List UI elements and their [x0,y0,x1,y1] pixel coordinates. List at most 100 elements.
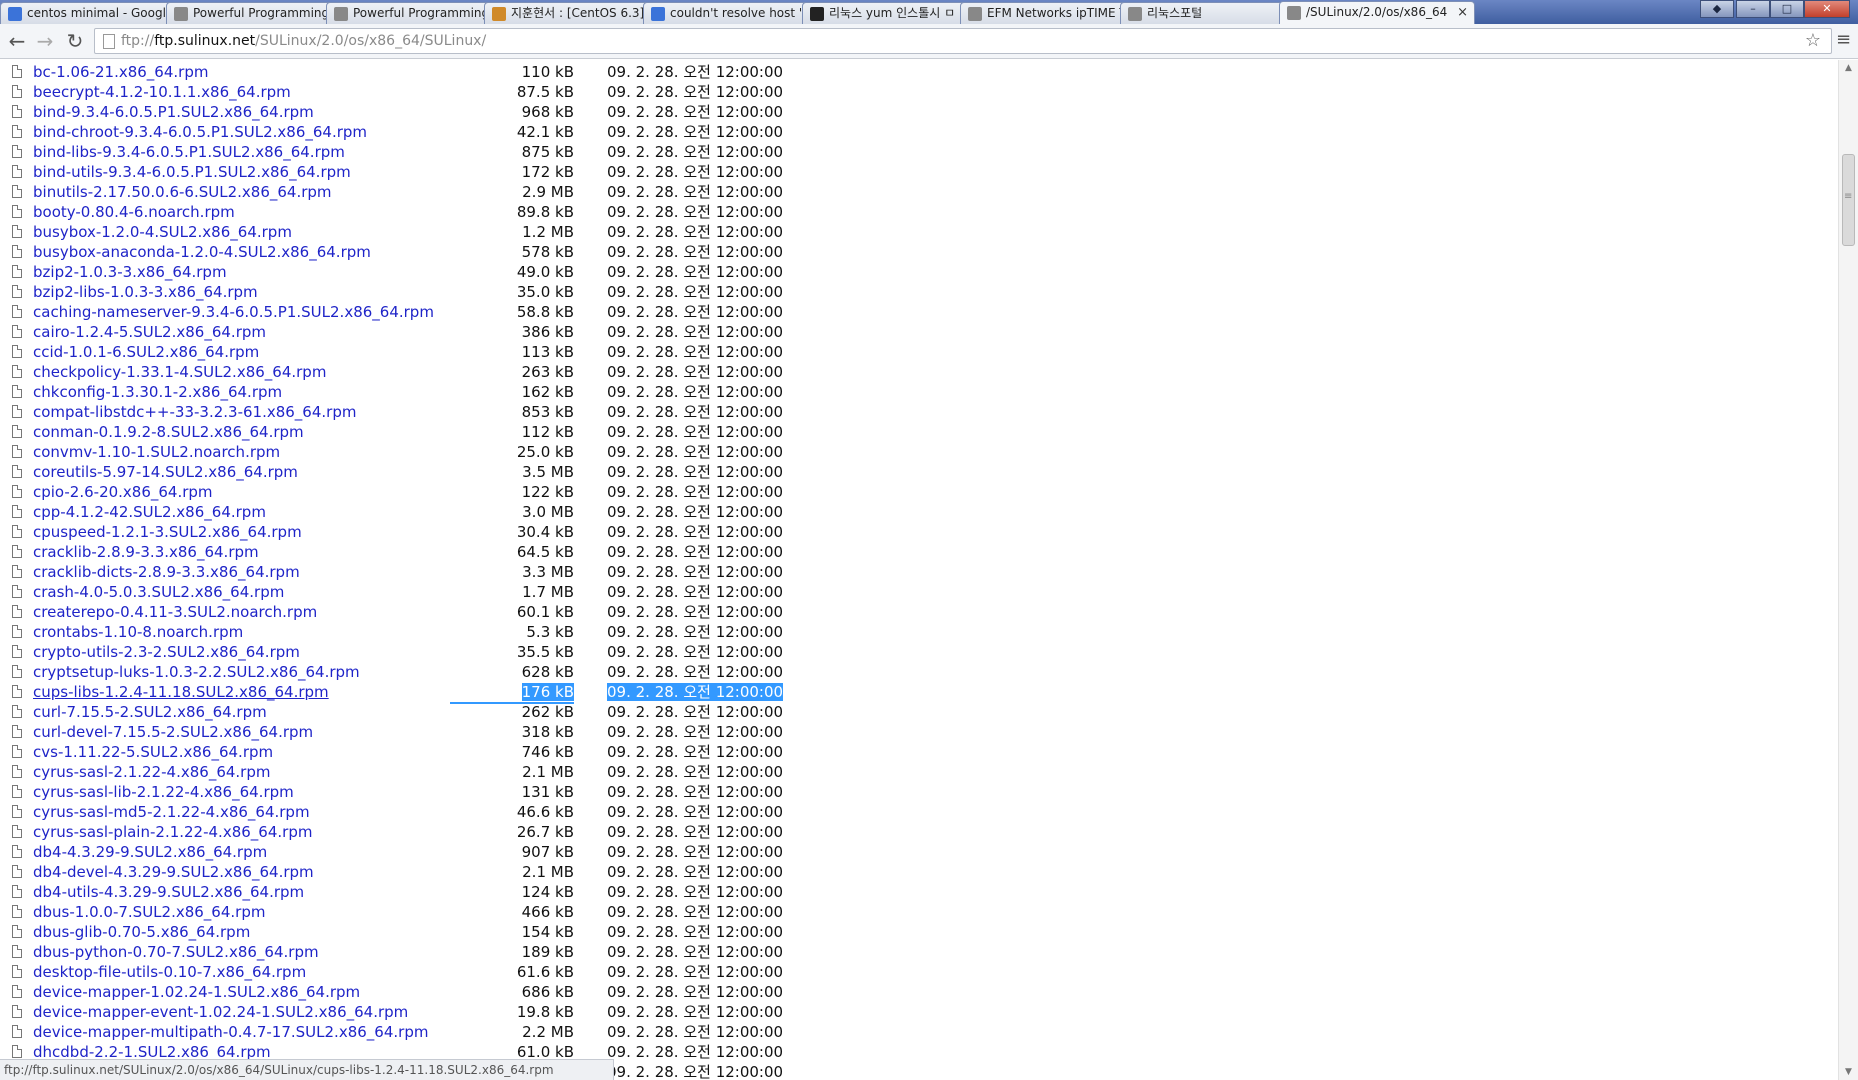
file-link[interactable]: bind-libs-9.3.4-6.0.5.P1.SUL2.x86_64.rpm [33,142,345,162]
scroll-down-arrow-icon[interactable]: ▼ [1839,1064,1858,1080]
file-size: 318 kB [450,722,574,742]
file-link[interactable]: cryptsetup-luks-1.0.3-2.2.SUL2.x86_64.rp… [33,662,360,682]
file-link[interactable]: chkconfig-1.3.30.1-2.x86_64.rpm [33,382,282,402]
file-icon [12,745,22,758]
file-icon [12,985,22,998]
file-link[interactable]: device-mapper-1.02.24-1.SUL2.x86_64.rpm [33,982,360,1002]
file-link[interactable]: booty-0.80.4-6.noarch.rpm [33,202,235,222]
file-date-text: 09. 2. 28. 오전 12:00:00 [607,263,784,281]
reload-button[interactable]: ↻ [62,28,88,54]
file-icon [12,385,22,398]
tab-close-icon[interactable]: × [1457,2,1468,23]
file-link[interactable]: cvs-1.11.22-5.SUL2.x86_64.rpm [33,742,273,762]
file-link[interactable]: cracklib-dicts-2.8.9-3.3.x86_64.rpm [33,562,300,582]
file-link[interactable]: cpio-2.6-20.x86_64.rpm [33,482,213,502]
file-link[interactable]: cpuspeed-1.2.1-3.SUL2.x86_64.rpm [33,522,302,542]
file-link[interactable]: beecrypt-4.1.2-10.1.1.x86_64.rpm [33,82,291,102]
scroll-up-arrow-icon[interactable]: ▲ [1839,60,1858,76]
file-link[interactable]: curl-devel-7.15.5-2.SUL2.x86_64.rpm [33,722,313,742]
file-size-text: 122 kB [521,483,574,501]
vertical-scrollbar[interactable]: ▲ ≡ ▼ [1838,60,1858,1080]
file-date-text: 09. 2. 28. 오전 12:00:00 [607,463,784,481]
file-size-text: 60.1 kB [516,603,574,621]
back-button[interactable]: ← [4,28,30,54]
file-date: 09. 2. 28. 오전 12:00:00 [607,342,783,362]
file-link[interactable]: ccid-1.0.1-6.SUL2.x86_64.rpm [33,342,259,362]
file-size-text: 1.2 MB [522,223,574,241]
file-link[interactable]: curl-7.15.5-2.SUL2.x86_64.rpm [33,702,267,722]
page-icon [334,7,348,21]
file-link[interactable]: convmv-1.10-1.SUL2.noarch.rpm [33,442,280,462]
file-size: 746 kB [450,742,574,762]
scroll-thumb[interactable]: ≡ [1842,154,1855,246]
file-link[interactable]: cracklib-2.8.9-3.3.x86_64.rpm [33,542,259,562]
file-size: 42.1 kB [450,122,574,142]
file-size: 628 kB [450,662,574,682]
file-link[interactable]: conman-0.1.9.2-8.SUL2.x86_64.rpm [33,422,304,442]
file-link[interactable]: bzip2-libs-1.0.3-3.x86_64.rpm [33,282,258,302]
file-link[interactable]: bind-9.3.4-6.0.5.P1.SUL2.x86_64.rpm [33,102,314,122]
file-link[interactable]: cyrus-sasl-md5-2.1.22-4.x86_64.rpm [33,802,310,822]
file-link[interactable]: checkpolicy-1.33.1-4.SUL2.x86_64.rpm [33,362,326,382]
file-link[interactable]: caching-nameserver-9.3.4-6.0.5.P1.SUL2.x… [33,302,434,322]
page-icon [1287,6,1301,20]
maximize-button[interactable]: □ [1770,0,1804,18]
file-link[interactable]: cairo-1.2.4-5.SUL2.x86_64.rpm [33,322,266,342]
file-icon [12,245,22,258]
file-link[interactable]: bind-utils-9.3.4-6.0.5.P1.SUL2.x86_64.rp… [33,162,351,182]
file-link[interactable]: dbus-python-0.70-7.SUL2.x86_64.rpm [33,942,319,962]
file-link[interactable]: cpp-4.1.2-42.SUL2.x86_64.rpm [33,502,266,522]
address-bar[interactable]: ftp://ftp.sulinux.net/SULinux/2.0/os/x86… [94,28,1832,54]
file-link[interactable]: db4-utils-4.3.29-9.SUL2.x86_64.rpm [33,882,304,902]
file-size-text: 2.1 MB [522,763,574,781]
file-link[interactable]: coreutils-5.97-14.SUL2.x86_64.rpm [33,462,298,482]
profile-button[interactable]: ◆ [1700,0,1734,18]
file-link[interactable]: db4-devel-4.3.29-9.SUL2.x86_64.rpm [33,862,314,882]
file-icon [12,785,22,798]
file-size: 907 kB [450,842,574,862]
file-link[interactable]: cyrus-sasl-lib-2.1.22-4.x86_64.rpm [33,782,294,802]
file-size: 131 kB [450,782,574,802]
file-date: 09. 2. 28. 오전 12:00:00 [607,102,783,122]
file-size: 87.5 kB [450,82,574,102]
bookmark-star-icon[interactable]: ☆ [1805,29,1821,53]
file-size: 49.0 kB [450,262,574,282]
file-link[interactable]: device-mapper-multipath-0.4.7-17.SUL2.x8… [33,1022,428,1042]
file-date-text: 09. 2. 28. 오전 12:00:00 [607,843,784,861]
file-icon [12,145,22,158]
file-link[interactable]: cups-libs-1.2.4-11.18.SUL2.x86_64.rpm [33,682,329,702]
file-link[interactable]: bzip2-1.0.3-3.x86_64.rpm [33,262,227,282]
file-link[interactable]: compat-libstdc++-33-3.2.3-61.x86_64.rpm [33,402,356,422]
file-link[interactable]: dbus-1.0.0-7.SUL2.x86_64.rpm [33,902,265,922]
file-link[interactable]: db4-4.3.29-9.SUL2.x86_64.rpm [33,842,267,862]
file-date-text: 09. 2. 28. 오전 12:00:00 [607,563,784,581]
file-link[interactable]: dbus-glib-0.70-5.x86_64.rpm [33,922,250,942]
forward-button[interactable]: → [32,28,58,54]
close-window-button[interactable]: ✕ [1804,0,1850,18]
file-icon [12,405,22,418]
file-link[interactable]: desktop-file-utils-0.10-7.x86_64.rpm [33,962,306,982]
file-link[interactable]: crontabs-1.10-8.noarch.rpm [33,622,243,642]
file-link[interactable]: bc-1.06-21.x86_64.rpm [33,62,208,82]
file-link[interactable]: crypto-utils-2.3-2.SUL2.x86_64.rpm [33,642,300,662]
browser-tab[interactable]: /SULinux/2.0/os/x86_64 × [1279,1,1475,24]
minimize-button[interactable]: – [1736,0,1770,18]
file-link[interactable]: device-mapper-event-1.02.24-1.SUL2.x86_6… [33,1002,408,1022]
file-date: 09. 2. 28. 오전 12:00:00 [607,1042,783,1062]
file-link[interactable]: createrepo-0.4.11-3.SUL2.noarch.rpm [33,602,317,622]
chrome-menu-icon[interactable]: ≡ [1836,30,1851,50]
file-link[interactable]: crash-4.0-5.0.3.SUL2.x86_64.rpm [33,582,284,602]
file-link[interactable]: binutils-2.17.50.0.6-6.SUL2.x86_64.rpm [33,182,332,202]
file-link[interactable]: cyrus-sasl-plain-2.1.22-4.x86_64.rpm [33,822,312,842]
file-date: 09. 2. 28. 오전 12:00:00 [607,982,783,1002]
file-link[interactable]: busybox-1.2.0-4.SUL2.x86_64.rpm [33,222,292,242]
file-date: 09. 2. 28. 오전 12:00:00 [607,122,783,142]
file-size-text: 64.5 kB [516,543,574,561]
file-link[interactable]: cyrus-sasl-2.1.22-4.x86_64.rpm [33,762,270,782]
tab-strip: ◆ – □ ✕ centos minimal - Googl × Powerful … [0,0,1858,24]
file-icon [12,705,22,718]
file-size-text: 25.0 kB [516,443,574,461]
file-link[interactable]: bind-chroot-9.3.4-6.0.5.P1.SUL2.x86_64.r… [33,122,367,142]
file-date-text: 09. 2. 28. 오전 12:00:00 [607,603,784,621]
file-link[interactable]: busybox-anaconda-1.2.0-4.SUL2.x86_64.rpm [33,242,371,262]
